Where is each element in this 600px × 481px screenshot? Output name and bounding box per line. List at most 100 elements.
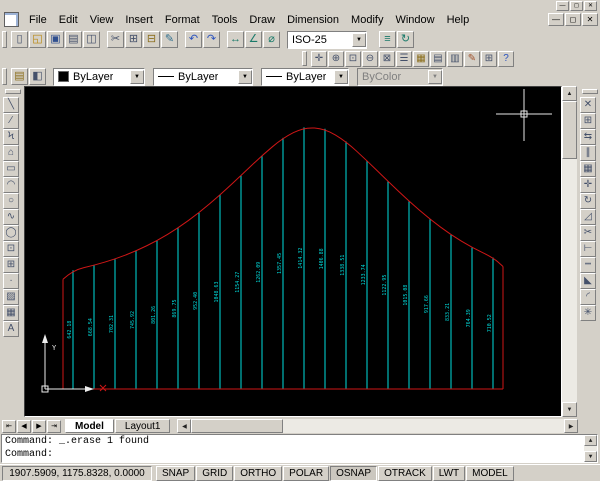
zoom-previous-button[interactable]: ⊖ [362, 51, 378, 67]
dim-update-button[interactable]: ↻ [397, 31, 414, 48]
linetype-combo-drop[interactable]: ▼ [238, 70, 252, 84]
offset-button[interactable]: ∥ [580, 145, 596, 161]
zoom-realtime-button[interactable]: ⊕ [328, 51, 344, 67]
fillet-button[interactable]: ◜ [580, 289, 596, 305]
color-combo[interactable]: ByLayer▼ [53, 68, 145, 86]
dim-style-combo[interactable]: ISO-25 ▼ [287, 31, 367, 49]
new-file-button[interactable]: ▯ [11, 31, 28, 48]
scroll-track[interactable] [283, 419, 564, 433]
menu-tools[interactable]: Tools [206, 12, 244, 28]
pan-button[interactable]: ✛ [311, 51, 327, 67]
menu-format[interactable]: Format [159, 12, 206, 28]
insert-block-button[interactable]: ⊡ [3, 241, 19, 257]
save-file-button[interactable]: ▣ [47, 31, 64, 48]
plot-preview-button[interactable]: ◫ [83, 31, 100, 48]
layer-properties-manager-button[interactable]: ▤ [11, 68, 28, 85]
quick-calc-button[interactable]: ⊞ [481, 51, 497, 67]
scroll-down-button[interactable]: ▼ [562, 402, 577, 417]
region-button[interactable]: ▦ [3, 305, 19, 321]
arc-button[interactable]: ◠ [3, 177, 19, 193]
explode-button[interactable]: ✳ [580, 305, 596, 321]
redo-button[interactable]: ↷ [203, 31, 220, 48]
open-file-button[interactable]: ◱ [29, 31, 46, 48]
doc-close-button[interactable]: ✕ [582, 13, 598, 26]
zoom-window-button[interactable]: ⊡ [345, 51, 361, 67]
make-block-button[interactable]: ⊞ [3, 257, 19, 273]
polyline-button[interactable]: Ϟ [3, 129, 19, 145]
tool-palettes-button[interactable]: ▤ [430, 51, 446, 67]
lineweight-combo[interactable]: ByLayer▼ [261, 68, 349, 86]
rotate-button[interactable]: ↻ [580, 193, 596, 209]
extend-button[interactable]: ⊢ [580, 241, 596, 257]
horizontal-scrollbar[interactable]: ◀ ▶ [177, 419, 578, 433]
tab-layout1[interactable]: Layout1 [115, 419, 171, 433]
lineweight-combo-drop[interactable]: ▼ [334, 70, 348, 84]
menu-dimension[interactable]: Dimension [281, 12, 345, 28]
undo-button[interactable]: ↶ [185, 31, 202, 48]
array-button[interactable]: ▦ [580, 161, 596, 177]
toolbar-grip[interactable] [2, 31, 7, 48]
vertical-scrollbar[interactable]: ▲ ▼ [562, 86, 577, 417]
tab-next-button[interactable]: ▶ [32, 420, 46, 433]
circle-button[interactable]: ○ [3, 193, 19, 209]
trim-button[interactable]: ✂ [580, 225, 596, 241]
point-marker[interactable] [100, 385, 106, 391]
command-scrollbar[interactable]: ▲ ▼ [584, 435, 597, 462]
scroll-right-button[interactable]: ▶ [564, 419, 578, 433]
drawing-file-icon[interactable] [4, 12, 19, 27]
copy-button[interactable]: ⊞ [125, 31, 142, 48]
plot-button[interactable]: ▤ [65, 31, 82, 48]
horizontal-scroll-thumb[interactable] [191, 419, 283, 433]
line-button[interactable]: ╲ [3, 97, 19, 113]
command-scroll-up-button[interactable]: ▲ [584, 435, 597, 446]
tab-model[interactable]: Model [65, 419, 114, 433]
scale-button[interactable]: ◿ [580, 209, 596, 225]
tab-prev-button[interactable]: ◀ [17, 420, 31, 433]
menu-file[interactable]: File [23, 12, 53, 28]
dim-edit-button[interactable]: ≡ [379, 31, 396, 48]
chamfer-button[interactable]: ◣ [580, 273, 596, 289]
color-combo-drop[interactable]: ▼ [130, 70, 144, 84]
spline-button[interactable]: ∿ [3, 209, 19, 225]
menu-insert[interactable]: Insert [119, 12, 159, 28]
scroll-left-button[interactable]: ◀ [177, 419, 191, 433]
rectangle-button[interactable]: ▭ [3, 161, 19, 177]
design-center-button[interactable]: ▦ [413, 51, 429, 67]
otrack-toggle[interactable]: OTRACK [378, 466, 432, 481]
dim-linear-button[interactable]: ↔ [227, 31, 244, 48]
construction-line-button[interactable]: ∕ [3, 113, 19, 129]
grid-toggle[interactable]: GRID [196, 466, 233, 481]
menu-window[interactable]: Window [389, 12, 440, 28]
help-button[interactable]: ? [498, 51, 514, 67]
copy-object-button[interactable]: ⊞ [580, 113, 596, 129]
tab-first-button[interactable]: ⇤ [2, 420, 16, 433]
polar-toggle[interactable]: POLAR [283, 466, 329, 481]
toolbar-grip[interactable] [302, 51, 307, 66]
command-window[interactable]: Command: _.erase 1 found Command: ▲ ▼ [1, 434, 598, 463]
osnap-toggle[interactable]: OSNAP [330, 466, 377, 481]
layer-states-button[interactable]: ◧ [29, 68, 46, 85]
mtext-button[interactable]: A [3, 321, 19, 337]
command-scroll-down-button[interactable]: ▼ [584, 451, 597, 462]
match-properties-button[interactable]: ✎ [161, 31, 178, 48]
menu-modify[interactable]: Modify [345, 12, 389, 28]
menu-draw[interactable]: Draw [243, 12, 281, 28]
cut-button[interactable]: ✂ [107, 31, 124, 48]
erase-button[interactable]: ✕ [580, 97, 596, 113]
drawing-canvas[interactable]: 642.18668.54702.31745.92801.26869.75952.… [24, 86, 562, 417]
move-button[interactable]: ✛ [580, 177, 596, 193]
dim-radius-button[interactable]: ⌀ [263, 31, 280, 48]
point-button[interactable]: ∙ [3, 273, 19, 289]
menu-view[interactable]: View [84, 12, 120, 28]
menu-edit[interactable]: Edit [53, 12, 84, 28]
break-button[interactable]: ┅ [580, 257, 596, 273]
snap-toggle[interactable]: SNAP [156, 466, 195, 481]
command-prompt-line[interactable]: Command: [2, 448, 597, 461]
toolbar-grip[interactable] [582, 89, 598, 94]
paste-button[interactable]: ⊟ [143, 31, 160, 48]
linetype-combo[interactable]: ByLayer▼ [153, 68, 253, 86]
tab-last-button[interactable]: ⇥ [47, 420, 61, 433]
scroll-up-button[interactable]: ▲ [562, 86, 577, 101]
sheet-set-manager-button[interactable]: ▥ [447, 51, 463, 67]
mirror-button[interactable]: ⇆ [580, 129, 596, 145]
